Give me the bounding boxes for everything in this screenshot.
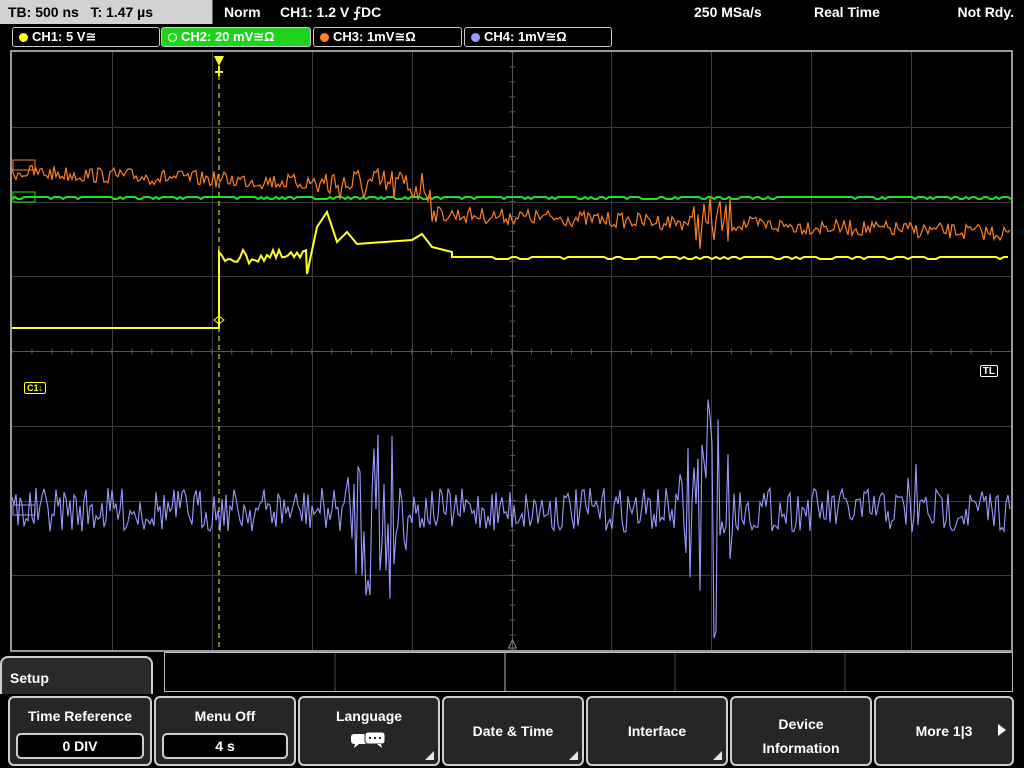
interface-label: Interface — [627, 723, 687, 739]
channel-tab-label: CH1: 5 V≅ — [32, 29, 97, 44]
zoom-strip-grid — [334, 653, 846, 691]
channel-tab-label: CH3: 1mV≅Ω — [333, 29, 416, 44]
speech-bubbles-icon — [351, 731, 386, 748]
device-information-label-2: Information — [762, 740, 840, 756]
softkey-menu: Time Reference 0 DIV Menu Off 4 s Langua… — [0, 694, 1024, 768]
ch1-color-dot — [19, 33, 28, 42]
channel-tab-ch2[interactable]: CH2: 20 mV≅Ω — [161, 27, 311, 47]
time-reference-softkey[interactable]: Time Reference 0 DIV — [8, 696, 152, 766]
ch3-color-dot — [320, 33, 329, 42]
zoom-overview-strip[interactable] — [164, 652, 1013, 692]
ch1-ground-marker[interactable]: C1↓ — [24, 382, 47, 394]
sample-rate: 250 MSa/s — [694, 4, 762, 20]
submenu-indicator-icon — [569, 751, 578, 760]
channel-tab-ch3[interactable]: CH3: 1mV≅Ω — [313, 27, 462, 47]
trigger-mode[interactable]: Norm — [224, 0, 261, 24]
channel-tab-ch1[interactable]: CH1: 5 V≅ — [12, 27, 160, 47]
ch4-color-dot — [471, 33, 480, 42]
waveform-canvas — [12, 52, 1011, 650]
channel-tab-ch4[interactable]: CH4: 1mV≅Ω — [464, 27, 612, 47]
graticule — [12, 52, 1011, 650]
language-softkey[interactable]: Language — [298, 696, 440, 766]
time-offset-value: T: 1.47 µs — [90, 4, 154, 20]
menu-off-value: 4 s — [162, 733, 288, 759]
time-reference-value: 0 DIV — [16, 733, 144, 759]
next-page-arrow-icon — [998, 724, 1006, 736]
submenu-indicator-icon — [713, 751, 722, 760]
menu-off-softkey[interactable]: Menu Off 4 s — [154, 696, 296, 766]
submenu-indicator-icon — [425, 751, 434, 760]
device-information-label-1: Device — [778, 716, 824, 732]
interface-softkey[interactable]: Interface — [586, 696, 728, 766]
trigger-setting[interactable]: CH1: 1.2 V ⨍DC — [280, 0, 381, 24]
channel-tab-label: CH4: 1mV≅Ω — [484, 29, 567, 44]
acquisition-mode: Real Time — [814, 4, 880, 20]
trigger-state: Not Rdy. — [957, 4, 1014, 20]
ch2-color-dot — [168, 33, 177, 42]
timebase-value: TB: 500 ns — [8, 4, 79, 20]
more-label: More 1|3 — [915, 723, 973, 739]
timebase-readout[interactable]: TB: 500 ns T: 1.47 µs — [0, 0, 213, 24]
time-reference-label: Time Reference — [27, 708, 132, 724]
date-time-softkey[interactable]: Date & Time — [442, 696, 584, 766]
waveform-display[interactable]: C1↓ TL — [10, 50, 1013, 652]
language-label: Language — [335, 708, 403, 724]
status-bar: TB: 500 ns T: 1.47 µs Norm CH1: 1.2 V ⨍D… — [0, 0, 1024, 24]
menu-off-label: Menu Off — [194, 708, 256, 724]
date-time-label: Date & Time — [472, 723, 554, 739]
menu-title-tab: Setup — [0, 656, 153, 696]
trigger-level-marker[interactable]: TL — [979, 365, 998, 377]
channel-bar: CH1: 5 V≅ CH2: 20 mV≅Ω CH3: 1mV≅Ω CH4: 1… — [0, 26, 1024, 48]
device-information-softkey[interactable]: Device Information — [730, 696, 872, 766]
channel-tab-label: CH2: 20 mV≅Ω — [181, 29, 275, 44]
more-softkey[interactable]: More 1|3 — [874, 696, 1014, 766]
